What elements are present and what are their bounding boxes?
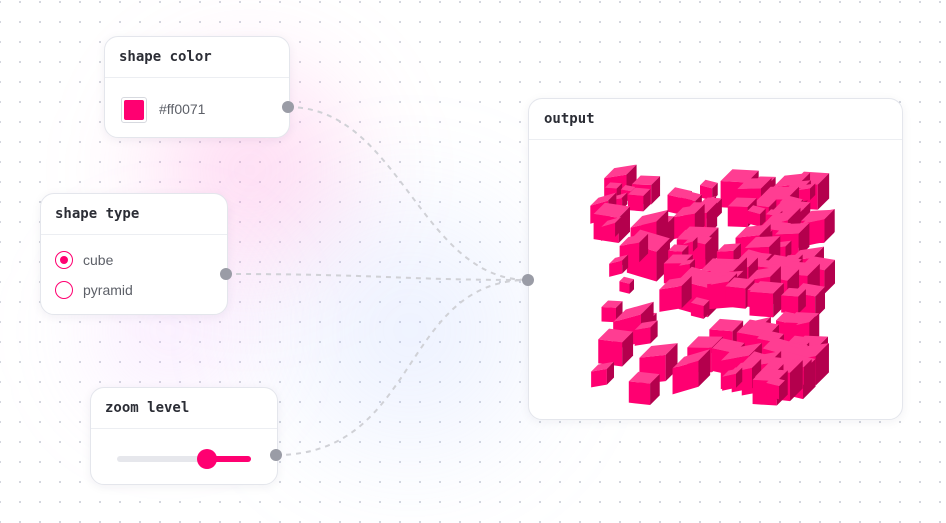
cube-face: [634, 327, 651, 346]
wire-type-to-output: [225, 273, 529, 281]
radio-option-pyramid[interactable]: pyramid: [55, 281, 133, 299]
color-swatch-fill: [124, 100, 144, 120]
cube-shape: [591, 361, 615, 388]
cube-shape: [766, 377, 786, 400]
color-swatch[interactable]: [121, 97, 147, 123]
cube-face: [749, 291, 774, 318]
cube-face: [781, 295, 799, 314]
node-title: shape type: [41, 194, 227, 235]
output-port[interactable]: [270, 449, 282, 461]
node-title: shape color: [105, 37, 289, 78]
cube-shape: [672, 349, 711, 395]
radio-label: pyramid: [83, 282, 133, 298]
cube-face: [591, 368, 607, 388]
node-title: zoom level: [91, 388, 277, 429]
zoom-slider-track[interactable]: [117, 456, 251, 462]
output-port[interactable]: [220, 268, 232, 280]
radio-button[interactable]: [55, 251, 73, 269]
cube-shape: [598, 328, 634, 367]
input-port[interactable]: [522, 274, 534, 286]
cube-shape: [628, 371, 660, 405]
cube-scene-render: [590, 164, 836, 406]
cube-shape: [690, 297, 710, 319]
cube-face: [727, 206, 748, 228]
wire-color-to-output: [287, 106, 529, 281]
cube-face: [601, 307, 617, 323]
shape-type-node[interactable]: shape type cube pyramid: [40, 193, 228, 315]
cube-shape: [619, 276, 635, 294]
output-port[interactable]: [282, 101, 294, 113]
cube-shape: [609, 254, 629, 277]
zoom-level-node[interactable]: zoom level: [90, 387, 278, 485]
cube-face: [628, 381, 651, 405]
radio-label: cube: [83, 252, 114, 268]
radio-option-cube[interactable]: cube: [55, 251, 113, 269]
output-node[interactable]: output: [528, 98, 903, 420]
shape-color-node[interactable]: shape color #ff0071: [104, 36, 290, 138]
radio-selected-dot: [60, 256, 68, 264]
color-hex-value[interactable]: #ff0071: [159, 101, 205, 117]
cube-face: [659, 285, 682, 312]
cube-face: [725, 286, 746, 309]
zoom-slider-thumb[interactable]: [196, 449, 217, 469]
wire-zoom-to-output: [275, 279, 529, 456]
radio-button[interactable]: [55, 281, 73, 299]
cube-shape: [747, 205, 766, 227]
cube-face: [627, 194, 644, 212]
